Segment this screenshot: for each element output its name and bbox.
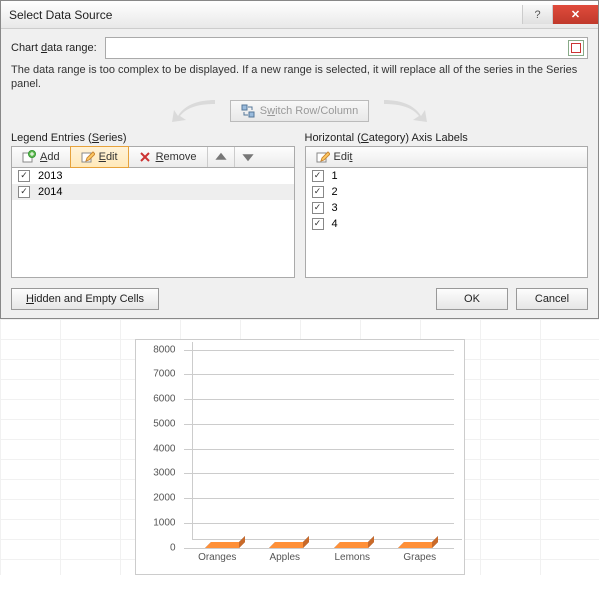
down-icon [241, 150, 255, 164]
bars [184, 350, 454, 548]
category-item[interactable]: ✓1 [306, 168, 588, 184]
y-tick-label: 1000 [153, 517, 175, 528]
categories-toolbar: Edit [305, 146, 589, 168]
y-tick-label: 8000 [153, 344, 175, 355]
arrow-left-icon [160, 98, 220, 124]
range-picker-icon[interactable] [568, 40, 584, 56]
plot-area [184, 350, 454, 548]
x-tick-label: Lemons [319, 552, 387, 570]
chart-data-range-input[interactable] [105, 37, 588, 59]
chart-data-range-row: Chart data range: [11, 37, 588, 59]
series-list[interactable]: ✓ 2013 ✓ 2014 [11, 168, 295, 278]
spreadsheet-area: 0 1000 2000 3000 4000 5000 6000 7000 8000 Orange… [0, 319, 599, 575]
edit-icon [316, 150, 330, 164]
series-label: 2014 [38, 186, 62, 198]
dialog-content: Chart data range: The data range is too … [1, 29, 598, 318]
titlebar: Select Data Source ? ✕ [1, 1, 598, 29]
add-series-button[interactable]: Add [12, 147, 71, 167]
bottom-right-buttons: OK Cancel [436, 288, 588, 310]
move-up-button[interactable] [208, 147, 235, 167]
remove-icon [138, 150, 152, 164]
categories-column: Horizontal (Category) Axis Labels Edit ✓… [305, 132, 589, 278]
x-tick-label: Apples [251, 552, 319, 570]
series-label: 2013 [38, 170, 62, 182]
checkbox-icon[interactable]: ✓ [312, 218, 324, 230]
close-button[interactable]: ✕ [552, 5, 598, 24]
window-controls: ? ✕ [522, 5, 598, 24]
switch-row-column-button[interactable]: Switch Row/Column [230, 100, 369, 122]
category-label: 2 [332, 186, 338, 198]
x-tick-label: Oranges [184, 552, 252, 570]
arrow-right-icon [379, 98, 439, 124]
checkbox-icon[interactable]: ✓ [312, 202, 324, 214]
edit-icon [81, 150, 95, 164]
series-header: Legend Entries (Series) [11, 132, 295, 144]
category-item[interactable]: ✓4 [306, 216, 588, 232]
add-icon [22, 150, 36, 164]
categories-header: Horizontal (Category) Axis Labels [305, 132, 589, 144]
bottom-row: Hidden and Empty Cells OK Cancel [11, 288, 588, 310]
y-tick-label: 3000 [153, 468, 175, 479]
y-axis: 010002000300040005000600070008000 [136, 350, 180, 548]
switch-label: Switch Row/Column [260, 105, 358, 117]
x-tick-label: Grapes [386, 552, 454, 570]
y-tick-label: 4000 [153, 443, 175, 454]
up-icon [214, 150, 228, 164]
dialog-title: Select Data Source [9, 8, 112, 22]
category-label: 4 [332, 218, 338, 230]
cancel-button[interactable]: Cancel [516, 288, 588, 310]
category-label: 3 [332, 202, 338, 214]
series-column: Legend Entries (Series) Add Edit Remove [11, 132, 295, 278]
series-toolbar: Add Edit Remove [11, 146, 295, 168]
category-item[interactable]: ✓3 [306, 200, 588, 216]
range-warning-text: The data range is too complex to be disp… [11, 63, 588, 92]
edit-series-button[interactable]: Edit [70, 146, 129, 168]
y-tick-label: 5000 [153, 418, 175, 429]
category-label: 1 [332, 170, 338, 182]
y-tick-label: 7000 [153, 369, 175, 380]
select-data-source-dialog: Select Data Source ? ✕ Chart data range:… [0, 0, 599, 319]
remove-series-button[interactable]: Remove [128, 147, 208, 167]
switch-icon [241, 104, 255, 118]
switch-row: Switch Row/Column [11, 96, 588, 126]
series-item[interactable]: ✓ 2013 [12, 168, 294, 184]
checkbox-icon[interactable]: ✓ [312, 170, 324, 182]
hidden-empty-cells-button[interactable]: Hidden and Empty Cells [11, 288, 159, 310]
y-tick-label: 0 [170, 542, 176, 553]
ok-button[interactable]: OK [436, 288, 508, 310]
y-tick-label: 6000 [153, 394, 175, 405]
chart-data-range-label: Chart data range: [11, 42, 97, 54]
checkbox-icon[interactable]: ✓ [312, 186, 324, 198]
checkbox-icon[interactable]: ✓ [18, 186, 30, 198]
x-axis: OrangesApplesLemonsGrapes [184, 552, 454, 570]
columns: Legend Entries (Series) Add Edit Remove [11, 132, 588, 278]
category-item[interactable]: ✓2 [306, 184, 588, 200]
series-item[interactable]: ✓ 2014 [12, 184, 294, 200]
y-tick-label: 2000 [153, 493, 175, 504]
move-down-button[interactable] [235, 147, 261, 167]
edit-categories-button[interactable]: Edit [306, 147, 363, 167]
categories-list[interactable]: ✓1✓2✓3✓4 [305, 168, 589, 278]
help-button[interactable]: ? [522, 5, 552, 24]
checkbox-icon[interactable]: ✓ [18, 170, 30, 182]
chart[interactable]: 0 1000 2000 3000 4000 5000 6000 7000 8000 Orange… [135, 339, 465, 575]
